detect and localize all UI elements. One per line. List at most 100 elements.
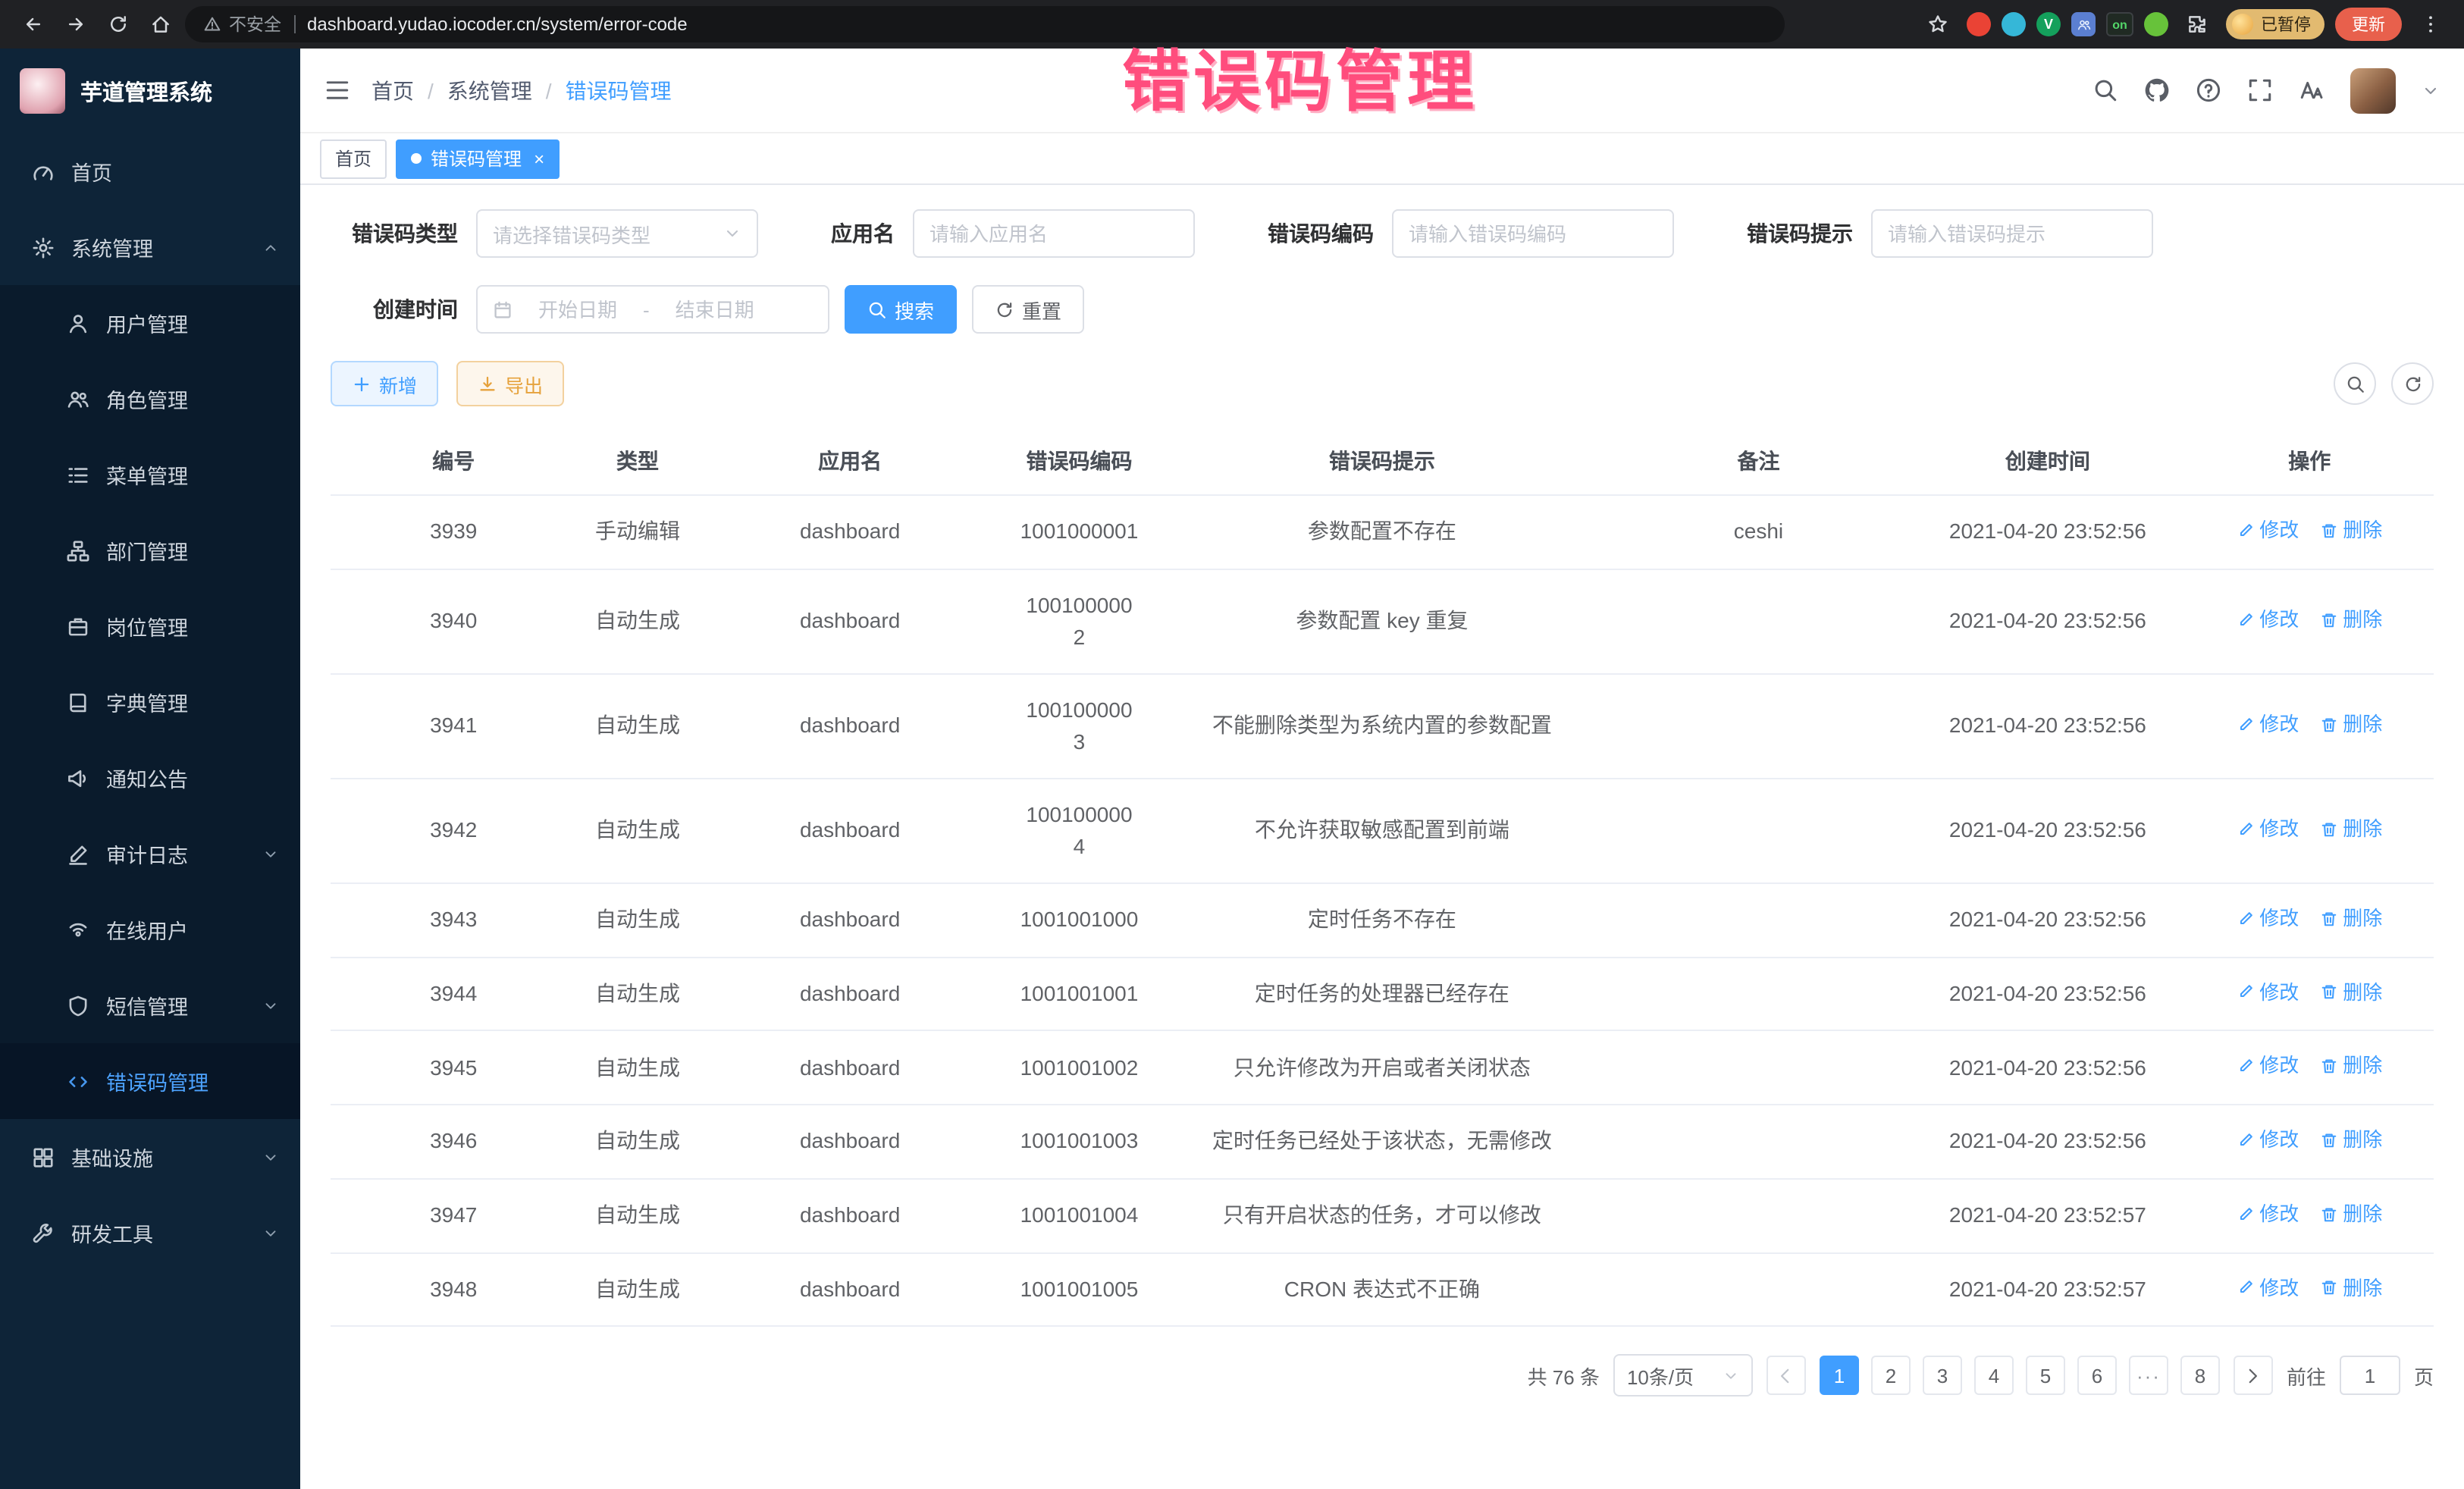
sidebar-item-home[interactable]: 首页 [0, 133, 300, 209]
help-icon[interactable] [2196, 77, 2221, 103]
sidebar-item-sms[interactable]: 短信管理 [0, 967, 300, 1043]
cell-app: dashboard [698, 495, 1001, 569]
sidebar-item-dict[interactable]: 字典管理 [0, 664, 300, 740]
edit-link[interactable]: 修改 [2237, 977, 2299, 1007]
sidebar-item-dept[interactable]: 部门管理 [0, 513, 300, 588]
edit-link[interactable]: 修改 [2237, 605, 2299, 635]
close-icon[interactable]: × [534, 149, 544, 168]
extension-on-badge[interactable]: on [2106, 12, 2133, 36]
error-code-input[interactable] [1409, 222, 1657, 245]
next-page-button[interactable] [2234, 1356, 2273, 1396]
edit-link[interactable]: 修改 [2237, 904, 2299, 933]
extension-v-icon[interactable]: V [2036, 12, 2061, 36]
app-name-input[interactable] [929, 222, 1178, 245]
goto-page-input[interactable] [2340, 1356, 2400, 1396]
font-size-icon[interactable] [2299, 77, 2324, 103]
sidebar-item-error-code[interactable]: 错误码管理 [0, 1043, 300, 1119]
create-time-range[interactable]: - [476, 285, 829, 334]
sidebar-item-system[interactable]: 系统管理 [0, 209, 300, 285]
delete-link[interactable]: 删除 [2320, 710, 2382, 739]
sidebar-toggle-icon[interactable] [324, 77, 350, 103]
extensions-puzzle-icon[interactable] [2179, 6, 2215, 42]
filter-error-type: 错误码类型 请选择错误码类型 [331, 209, 758, 258]
user-avatar[interactable] [2350, 67, 2396, 113]
extension-people-icon[interactable] [2071, 12, 2096, 36]
error-msg-input[interactable] [1888, 222, 2136, 245]
pager-page-6[interactable]: 6 [2077, 1356, 2117, 1396]
address-bar[interactable]: 不安全 dashboard.yudao.iocoder.cn/system/er… [185, 6, 1785, 42]
tab-error-code[interactable]: 错误码管理× [396, 139, 560, 178]
table-row: 3943自动生成dashboard1001001000定时任务不存在2021-0… [331, 883, 2434, 958]
sidebar-item-post[interactable]: 岗位管理 [0, 588, 300, 664]
sidebar-item-role[interactable]: 角色管理 [0, 361, 300, 437]
sidebar-item-infra[interactable]: 基础设施 [0, 1119, 300, 1195]
delete-link[interactable]: 删除 [2320, 605, 2382, 635]
home-button[interactable] [143, 6, 179, 42]
add-button[interactable]: 新增 [331, 361, 438, 406]
chevron-down-icon[interactable] [2422, 81, 2440, 99]
cell-code: 1001000001 [1002, 495, 1157, 569]
toggle-search-button[interactable] [2334, 362, 2376, 405]
delete-link[interactable]: 删除 [2320, 1199, 2382, 1229]
end-date-input[interactable] [659, 298, 771, 321]
reload-button[interactable] [100, 6, 136, 42]
delete-link[interactable]: 删除 [2320, 904, 2382, 933]
page-size-select[interactable]: 10条/页 [1613, 1355, 1753, 1397]
delete-link[interactable]: 删除 [2320, 1052, 2382, 1081]
app-logo[interactable]: 芋道管理系统 [0, 49, 300, 133]
pager-page-3[interactable]: 3 [1923, 1356, 1962, 1396]
fullscreen-icon[interactable] [2247, 77, 2273, 103]
delete-link[interactable]: 删除 [2320, 977, 2382, 1007]
edit-link[interactable]: 修改 [2237, 516, 2299, 545]
error-type-select[interactable]: 请选择错误码类型 [476, 209, 758, 258]
cell-msg: 定时任务已经处于该状态，无需修改 [1157, 1105, 1607, 1179]
edit-link[interactable]: 修改 [2237, 1199, 2299, 1229]
chevron-down-icon [1723, 1368, 1739, 1384]
breadcrumb-item[interactable]: 首页 [371, 75, 414, 105]
bookmark-star-icon[interactable] [1920, 6, 1956, 42]
table-header-row: 编号类型应用名错误码编码错误码提示备注创建时间操作 [331, 428, 2434, 495]
sidebar-item-audit-log[interactable]: 审计日志 [0, 816, 300, 892]
sidebar-item-online-user[interactable]: 在线用户 [0, 892, 300, 967]
delete-link[interactable]: 删除 [2320, 1273, 2382, 1302]
start-date-input[interactable] [522, 298, 634, 321]
sidebar-item-label: 审计日志 [106, 839, 188, 869]
edit-link[interactable]: 修改 [2237, 1273, 2299, 1302]
menu-kebab-icon[interactable] [2412, 6, 2449, 42]
pager-page-8[interactable]: 8 [2180, 1356, 2220, 1396]
breadcrumb-item[interactable]: 系统管理 [447, 75, 532, 105]
sidebar-item-devtools[interactable]: 研发工具 [0, 1195, 300, 1271]
update-button[interactable]: 更新 [2335, 8, 2402, 41]
edit-link[interactable]: 修改 [2237, 814, 2299, 844]
prev-page-button[interactable] [1766, 1356, 1806, 1396]
edit-link[interactable]: 修改 [2237, 1052, 2299, 1081]
pager-page-4[interactable]: 4 [1974, 1356, 2014, 1396]
delete-link[interactable]: 删除 [2320, 1125, 2382, 1155]
edit-link[interactable]: 修改 [2237, 710, 2299, 739]
pager-page-1[interactable]: 1 [1820, 1356, 1859, 1396]
refresh-table-button[interactable] [2391, 362, 2434, 405]
profile-chip[interactable]: 已暂停 [2226, 9, 2324, 39]
extension-drop-icon[interactable] [2002, 12, 2026, 36]
sidebar-item-menu[interactable]: 菜单管理 [0, 437, 300, 513]
tab-home[interactable]: 首页 [320, 139, 387, 178]
sidebar-item-notice[interactable]: 通知公告 [0, 740, 300, 816]
search-icon[interactable] [2093, 77, 2118, 103]
pager-page-2[interactable]: 2 [1871, 1356, 1911, 1396]
delete-link[interactable]: 删除 [2320, 516, 2382, 545]
sidebar-item-user[interactable]: 用户管理 [0, 285, 300, 361]
edit-link[interactable]: 修改 [2237, 1125, 2299, 1155]
forward-button[interactable] [58, 6, 94, 42]
github-icon[interactable] [2144, 77, 2170, 103]
export-button[interactable]: 导出 [456, 361, 564, 406]
pager-page-5[interactable]: 5 [2026, 1356, 2065, 1396]
reset-button[interactable]: 重置 [972, 285, 1084, 334]
pager-ellipsis[interactable]: ··· [2129, 1356, 2168, 1396]
sidebar-item-label: 字典管理 [106, 687, 188, 717]
back-button[interactable] [15, 6, 52, 42]
delete-link[interactable]: 删除 [2320, 814, 2382, 844]
search-button[interactable]: 搜索 [845, 285, 957, 334]
extension-green-icon[interactable] [2144, 12, 2168, 36]
cell-actions: 修改删除 [2186, 495, 2434, 569]
extension-red-icon[interactable] [1967, 12, 1991, 36]
